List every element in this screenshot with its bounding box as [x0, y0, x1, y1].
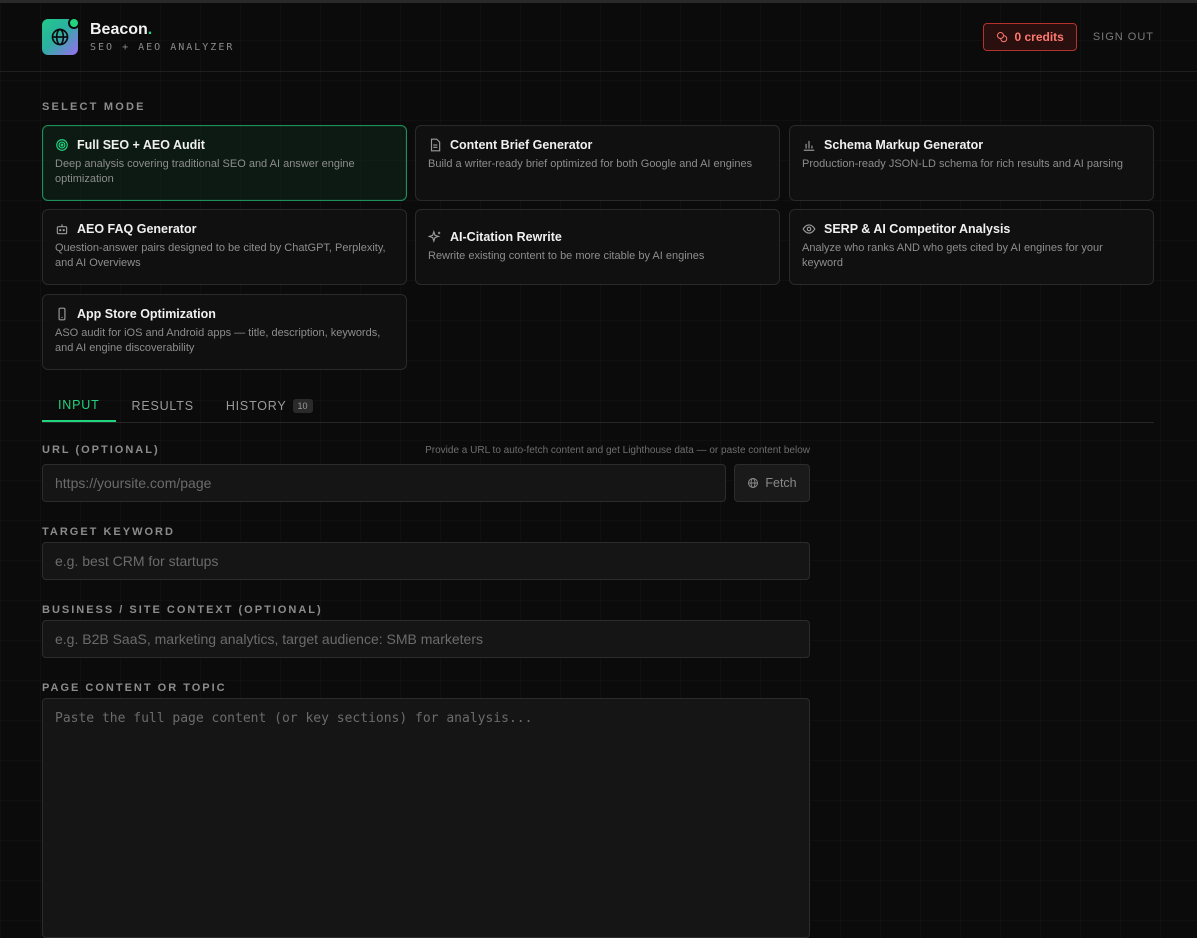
fetch-button[interactable]: Fetch — [734, 464, 810, 502]
bar-chart-icon — [802, 138, 816, 152]
tab-results[interactable]: RESULTS — [116, 389, 210, 422]
status-dot — [68, 17, 80, 29]
context-label: BUSINESS / SITE CONTEXT (OPTIONAL) — [42, 604, 323, 616]
tab-bar: INPUT RESULTS HISTORY 10 — [42, 389, 1154, 423]
mode-title: AI-Citation Rewrite — [450, 230, 562, 244]
credits-label: 0 credits — [1014, 30, 1064, 44]
mode-app-store-optimization[interactable]: App Store Optimization ASO audit for iOS… — [42, 294, 407, 370]
mode-description: Analyze who ranks AND who gets cited by … — [802, 242, 1103, 269]
history-count-badge: 10 — [292, 398, 313, 413]
app-header: Beacon. SEO + AEO ANALYZER 0 credits SIG… — [0, 3, 1197, 72]
mode-title: Content Brief Generator — [450, 138, 593, 152]
target-icon — [55, 138, 69, 152]
mode-title: Full SEO + AEO Audit — [77, 138, 205, 152]
logo — [42, 17, 80, 55]
mode-title: SERP & AI Competitor Analysis — [824, 222, 1011, 236]
mode-ai-citation-rewrite[interactable]: AI-Citation Rewrite Rewrite existing con… — [415, 209, 780, 285]
mode-description: Production-ready JSON-LD schema for rich… — [802, 158, 1123, 170]
mode-description: Build a writer-ready brief optimized for… — [428, 158, 753, 170]
url-input[interactable]: https://yoursite.com/page — [42, 464, 726, 502]
keyword-input[interactable]: e.g. best CRM for startups — [42, 542, 810, 580]
tab-input[interactable]: INPUT — [42, 389, 116, 422]
mode-description: ASO audit for iOS and Android apps — tit… — [55, 327, 381, 354]
fetch-label: Fetch — [765, 476, 797, 490]
brand[interactable]: Beacon. SEO + AEO ANALYZER — [42, 17, 235, 55]
brand-tagline: SEO + AEO ANALYZER — [90, 42, 235, 53]
brand-dot: . — [147, 21, 153, 38]
mode-description: Question-answer pairs designed to be cit… — [55, 242, 386, 269]
url-label: URL (OPTIONAL) — [42, 444, 160, 456]
keyword-label: TARGET KEYWORD — [42, 526, 175, 538]
tab-history[interactable]: HISTORY 10 — [210, 389, 329, 422]
mode-description: Deep analysis covering traditional SEO a… — [55, 158, 355, 185]
phone-icon — [55, 307, 69, 321]
content-label: PAGE CONTENT OR TOPIC — [42, 682, 227, 694]
eye-icon — [802, 222, 816, 236]
coins-icon — [996, 31, 1008, 43]
mode-description: Rewrite existing content to be more cita… — [428, 250, 705, 262]
globe-icon — [50, 27, 70, 47]
content-textarea[interactable]: Paste the full page content (or key sect… — [42, 698, 810, 938]
document-icon — [428, 138, 442, 152]
mode-title: App Store Optimization — [77, 307, 216, 321]
context-input[interactable]: e.g. B2B SaaS, marketing analytics, targ… — [42, 620, 810, 658]
globe-icon — [747, 477, 759, 489]
mode-serp-ai-competitor-analysis[interactable]: SERP & AI Competitor Analysis Analyze wh… — [789, 209, 1154, 285]
mode-schema-markup-generator[interactable]: Schema Markup Generator Production-ready… — [789, 125, 1154, 201]
sign-out-button[interactable]: SIGN OUT — [1093, 31, 1154, 43]
mode-full-seo-aeo-audit[interactable]: Full SEO + AEO Audit Deep analysis cover… — [42, 125, 407, 201]
select-mode-label: SELECT MODE — [42, 101, 146, 113]
brand-name: Beacon — [90, 21, 148, 38]
credits-button[interactable]: 0 credits — [983, 23, 1077, 51]
url-hint: Provide a URL to auto-fetch content and … — [425, 445, 810, 456]
mode-title: Schema Markup Generator — [824, 138, 984, 152]
mode-title: AEO FAQ Generator — [77, 222, 197, 236]
mode-aeo-faq-generator[interactable]: AEO FAQ Generator Question-answer pairs … — [42, 209, 407, 285]
sparkles-icon — [428, 230, 442, 244]
robot-icon — [55, 222, 69, 236]
tab-history-label: HISTORY — [225, 398, 287, 413]
mode-content-brief-generator[interactable]: Content Brief Generator Build a writer-r… — [415, 125, 780, 201]
